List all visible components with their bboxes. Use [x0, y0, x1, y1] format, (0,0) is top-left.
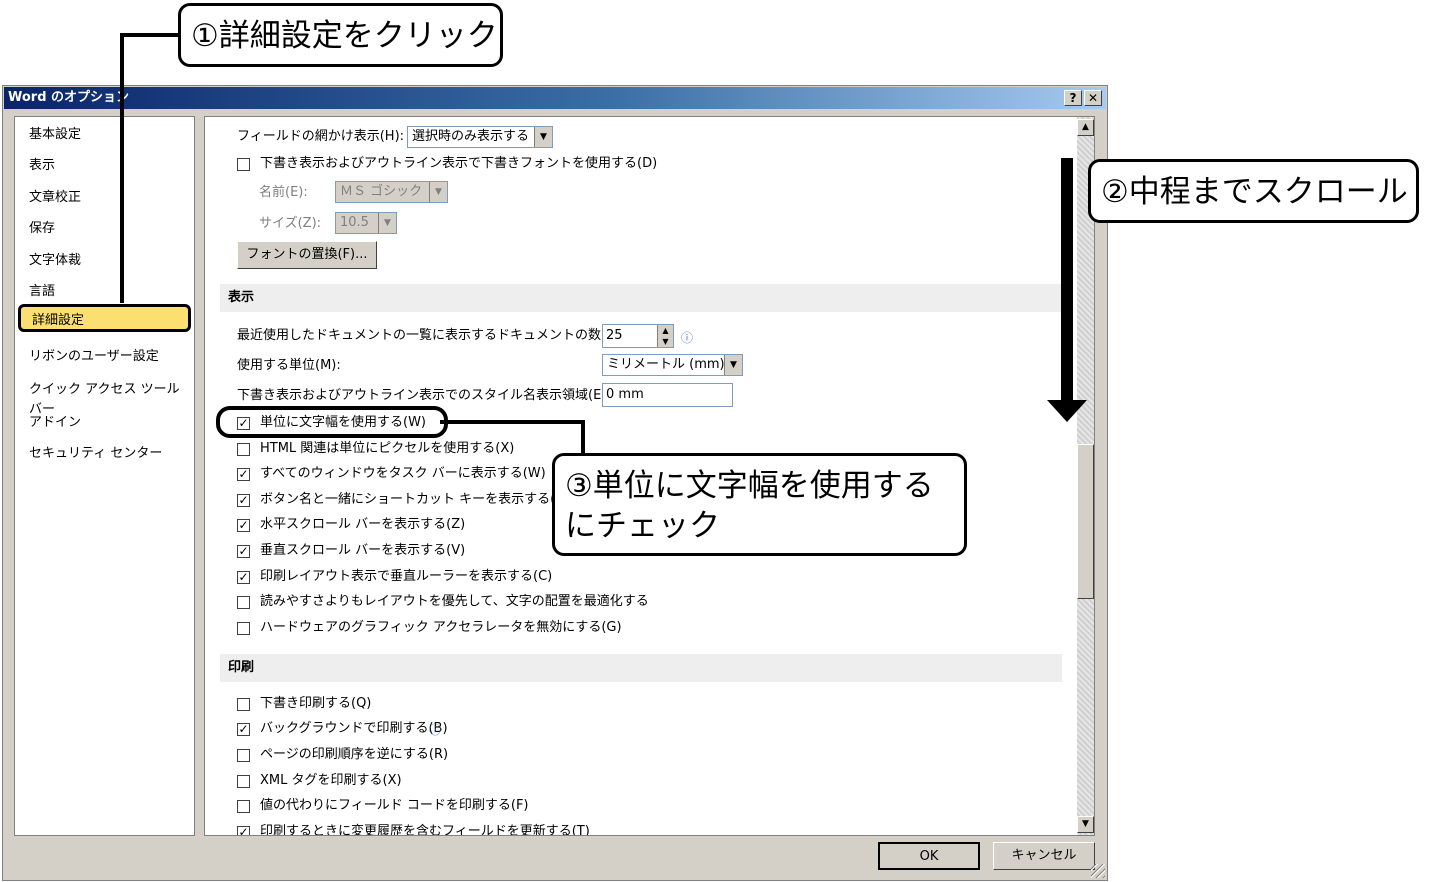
- scrollbar-thumb[interactable]: [1077, 444, 1094, 599]
- hscroll-label: 水平スクロール バーを表示する(Z): [260, 517, 466, 532]
- checkbox-shortcut-keys[interactable]: ✓: [237, 494, 250, 507]
- dialog-title: Word のオプション: [8, 90, 130, 105]
- background-print-label: バックグラウンドで印刷する(B): [260, 721, 448, 736]
- recent-docs-value: 25: [606, 328, 623, 343]
- display-section-header: 表示: [220, 284, 1062, 312]
- nav-item-language[interactable]: 言語: [29, 282, 55, 302]
- resize-grip-icon[interactable]: [1091, 864, 1105, 878]
- nav-item-ribbon[interactable]: リボンのユーザー設定: [29, 347, 159, 367]
- title-bar: Word のオプション ? ✕: [4, 87, 1106, 109]
- name-value: ＭＳ ゴシック: [340, 184, 423, 199]
- info-icon: ⓘ: [681, 331, 694, 345]
- field-shading-value: 選択時のみ表示する: [412, 129, 530, 144]
- nav-item-trust-center[interactable]: セキュリティ センター: [29, 444, 162, 464]
- font-substitution-button[interactable]: フォントの置換(F)...: [237, 241, 377, 269]
- checkbox-hw-accel[interactable]: [237, 622, 250, 635]
- chevron-down-icon[interactable]: ▼: [724, 355, 742, 375]
- close-button[interactable]: ✕: [1084, 90, 1102, 106]
- nav-item-advanced[interactable]: 詳細設定: [18, 304, 191, 332]
- recent-docs-spinner[interactable]: 25 ▲ ▼: [602, 324, 674, 348]
- nav-item-basic[interactable]: 基本設定: [29, 125, 81, 145]
- field-shading-label: フィールドの網かけ表示(H):: [237, 129, 405, 144]
- checkbox-vscroll[interactable]: ✓: [237, 545, 250, 558]
- ok-button[interactable]: OK: [878, 842, 980, 870]
- checkbox-reverse-order[interactable]: [237, 749, 250, 762]
- xml-tags-label: XML タグを印刷する(X): [260, 773, 402, 788]
- units-value: ミリメートル (mm): [607, 357, 725, 372]
- chevron-down-icon[interactable]: ▼: [378, 213, 396, 233]
- nav-item-quick-access[interactable]: クイック アクセス ツール バー: [29, 380, 194, 417]
- callout-step2: ②中程までスクロール: [1088, 159, 1419, 223]
- style-area-value: 0 mm: [606, 387, 644, 402]
- size-select[interactable]: 10.5 ▼: [335, 212, 397, 234]
- connector-line: [120, 33, 180, 37]
- recent-docs-label: 最近使用したドキュメントの一覧に表示するドキュメントの数(R):: [237, 328, 625, 343]
- size-label: サイズ(Z):: [259, 216, 322, 231]
- highlight-ring: [216, 406, 448, 438]
- vscroll-label: 垂直スクロール バーを表示する(V): [260, 543, 466, 558]
- scroll-up-icon[interactable]: ▲: [1077, 119, 1094, 136]
- print-section-header: 印刷: [220, 654, 1062, 682]
- checkbox-update-tracked[interactable]: ✓: [237, 826, 250, 835]
- callout-step1: ①詳細設定をクリック: [178, 3, 503, 67]
- checkbox-field-codes[interactable]: [237, 800, 250, 813]
- field-shading-select[interactable]: 選択時のみ表示する ▼: [407, 126, 553, 148]
- layout-priority-label: 読みやすさよりもレイアウトを優先して、文字の配置を最適化する: [260, 594, 649, 609]
- nav-item-proofing[interactable]: 文章校正: [29, 188, 81, 208]
- checkbox-draft-print[interactable]: [237, 698, 250, 711]
- nav-item-typography[interactable]: 文字体裁: [29, 251, 81, 271]
- nav-item-display[interactable]: 表示: [29, 156, 55, 176]
- nav-item-save[interactable]: 保存: [29, 219, 55, 239]
- checkbox-hscroll[interactable]: ✓: [237, 519, 250, 532]
- connector-line: [440, 420, 585, 424]
- help-button[interactable]: ?: [1064, 90, 1082, 106]
- draft-print-label: 下書き印刷する(Q): [260, 696, 372, 711]
- chevron-down-icon[interactable]: ▼: [534, 127, 552, 147]
- update-tracked-label: 印刷するときに変更履歴を含むフィールドを更新する(T): [260, 824, 590, 836]
- checkbox-xml-tags[interactable]: [237, 775, 250, 788]
- shortcut-keys-label: ボタン名と一緒にショートカット キーを表示する(H): [260, 492, 571, 507]
- checkbox-taskbar-windows[interactable]: ✓: [237, 468, 250, 481]
- checkbox-background-print[interactable]: ✓: [237, 723, 250, 736]
- draft-font-label: 下書き表示およびアウトライン表示で下書きフォントを使用する(D): [260, 156, 658, 171]
- connector-line: [581, 420, 585, 454]
- connector-line: [120, 33, 124, 303]
- scroll-direction-arrowhead: [1047, 400, 1087, 422]
- callout-step3: ③単位に文字幅を使用するにチェック: [552, 453, 967, 556]
- vertical-scrollbar[interactable]: ▲ ▼: [1077, 117, 1094, 835]
- spinner-arrows-icon[interactable]: ▲ ▼: [657, 325, 673, 347]
- chevron-down-icon[interactable]: ▼: [429, 182, 447, 202]
- units-select[interactable]: ミリメートル (mm) ▼: [602, 354, 743, 376]
- taskbar-windows-label: すべてのウィンドウをタスク バーに表示する(W): [260, 466, 546, 481]
- nav-item-addins[interactable]: アドイン: [29, 413, 81, 433]
- hw-accel-label: ハードウェアのグラフィック アクセラレータを無効にする(G): [260, 620, 622, 635]
- checkbox-draft-font[interactable]: [237, 158, 250, 171]
- checkbox-layout-priority[interactable]: [237, 596, 250, 609]
- scroll-down-icon[interactable]: ▼: [1077, 816, 1094, 833]
- name-label: 名前(E):: [259, 185, 308, 200]
- cancel-button[interactable]: キャンセル: [993, 842, 1095, 870]
- style-area-label: 下書き表示およびアウトライン表示でのスタイル名表示領域(E):: [237, 388, 611, 403]
- info-icon: ⓘ: [429, 723, 442, 737]
- field-codes-label: 値の代わりにフィールド コードを印刷する(F): [260, 798, 529, 813]
- html-pixels-label: HTML 関連は単位にピクセルを使用する(X): [260, 441, 515, 456]
- reverse-order-label: ページの印刷順序を逆にする(R): [260, 747, 449, 762]
- checkbox-html-pixels[interactable]: [237, 443, 250, 456]
- style-area-input[interactable]: 0 mm: [602, 383, 733, 407]
- scroll-direction-arrow: [1061, 158, 1073, 403]
- checkbox-vertical-ruler[interactable]: ✓: [237, 571, 250, 584]
- size-value: 10.5: [340, 215, 369, 230]
- vertical-ruler-label: 印刷レイアウト表示で垂直ルーラーを表示する(C): [260, 569, 553, 584]
- units-label: 使用する単位(M):: [237, 358, 341, 373]
- options-nav: 基本設定 表示 文章校正 保存 文字体裁 言語 詳細設定 リボンのユーザー設定 …: [14, 116, 195, 836]
- name-select[interactable]: ＭＳ ゴシック ▼: [335, 181, 448, 203]
